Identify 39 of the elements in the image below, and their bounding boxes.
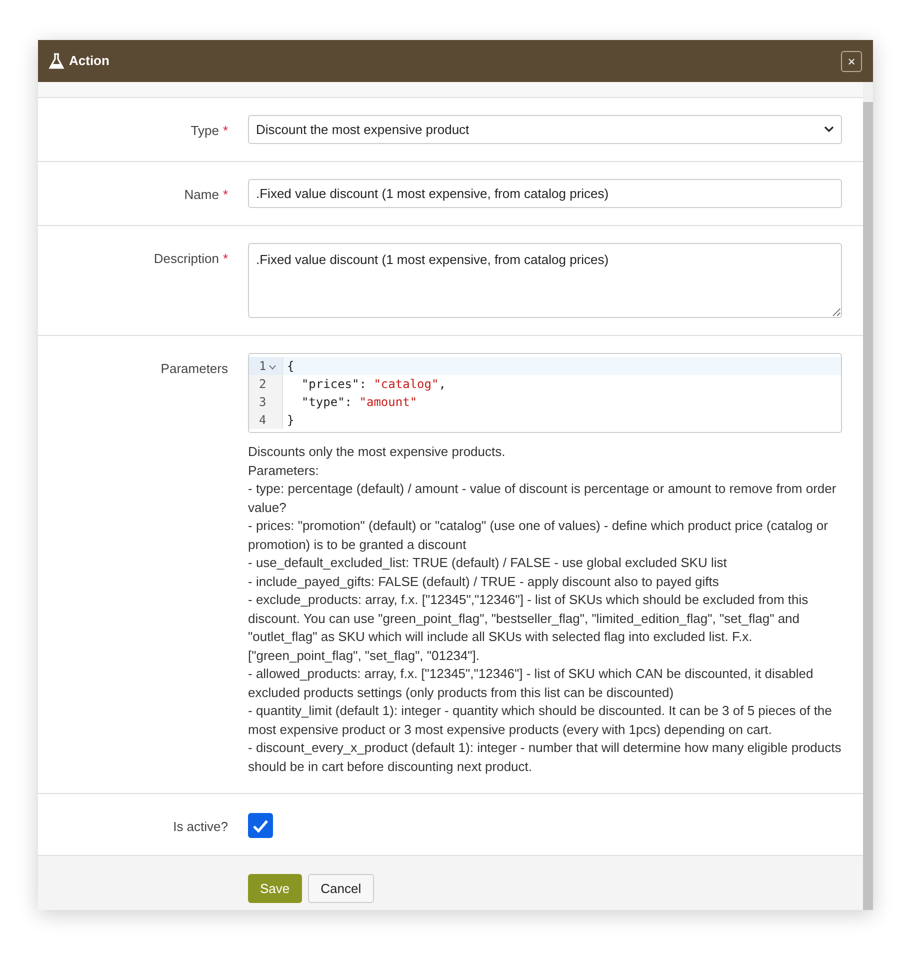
- code-line: }: [287, 413, 294, 427]
- code-line: "type": "amount": [300, 395, 418, 409]
- line-number: 1: [259, 358, 266, 375]
- name-input[interactable]: .Fixed value discount (1 most expensive, from catalog prices): [248, 179, 842, 208]
- help-text: - exclude_products: array, f.x. ["12345","12346"] - list of SKUs which should be excluded from this discount. You can use "green_point_flag", "bestseller_flag", "limited_edition_flag", "set_flag" and "outlet_flag" as SKU which will include all SKUs with selected flag into excluded list. F.x. ["green_point_flag", "set_flag", "01234"].: [248, 591, 810, 665]
- line-number: 3: [259, 394, 266, 411]
- close-button[interactable]: ×: [841, 50, 862, 72]
- cancel-button[interactable]: Cancel: [308, 874, 374, 903]
- required-mark: *: [222, 186, 228, 204]
- line-number: 4: [259, 412, 266, 429]
- help-text: Discounts only the most expensive products.: [248, 443, 506, 461]
- help-text: - use_default_excluded_list: TRUE (default) / FALSE - use global excluded SKU list: [248, 554, 728, 572]
- field-label: Type: [190, 122, 219, 140]
- help-text: - type: percentage (default) / amount - value of discount is percentage or amount to remove from order value?: [248, 480, 838, 516]
- help-text: - discount_every_x_product (default 1): integer - number that will determine how many eligible products should be in cart before discounting next product.: [248, 739, 842, 776]
- code-line: {: [287, 359, 294, 373]
- type-select[interactable]: Discount the most expensive product: [248, 115, 842, 144]
- scrollbar[interactable]: [863, 82, 873, 910]
- dialog-title: Action: [69, 52, 110, 70]
- help-text: Parameters:: [248, 462, 320, 480]
- checkmark-icon: [252, 818, 269, 832]
- required-mark: *: [222, 250, 228, 268]
- description-textarea[interactable]: .Fixed value discount (1 most expensive, from catalog prices): [248, 243, 842, 318]
- help-text: - include_payed_gifts: FALSE (default) / TRUE - apply discount also to payed gifts: [248, 572, 720, 591]
- code-editor[interactable]: 1 2 3 4 { "prices": "catalog", "type": "amount" }: [248, 353, 842, 433]
- required-mark: *: [222, 122, 228, 140]
- field-label: Name: [184, 186, 219, 204]
- active-checkbox[interactable]: [248, 813, 273, 838]
- help-text: - allowed_products: array, f.x. ["12345","12346"] - list of SKU which CAN be discounted, it disabled excluded products settings (only products from this list can be discounted): [248, 665, 814, 702]
- code-line: "prices": "catalog",: [300, 377, 446, 391]
- chevron-down-icon: [824, 126, 834, 133]
- field-label: Parameters: [160, 360, 228, 378]
- line-number: 2: [259, 376, 266, 393]
- help-text: - quantity_limit (default 1): integer - quantity which should be discounted. It can be 3 of 5 pieces of the most expensive product or 3 most expensive products (every with 1pcs) depending on cart.: [248, 702, 833, 739]
- help-text: - prices: "promotion" (default) or "catalog" (use one of values) - define which product price (catalog or promotion) is to be granted a discount: [248, 517, 829, 554]
- fold-chevron-icon[interactable]: [269, 364, 276, 370]
- field-label: Is active?: [173, 818, 228, 836]
- flask-icon: [49, 53, 64, 69]
- field-label: Description: [154, 250, 219, 268]
